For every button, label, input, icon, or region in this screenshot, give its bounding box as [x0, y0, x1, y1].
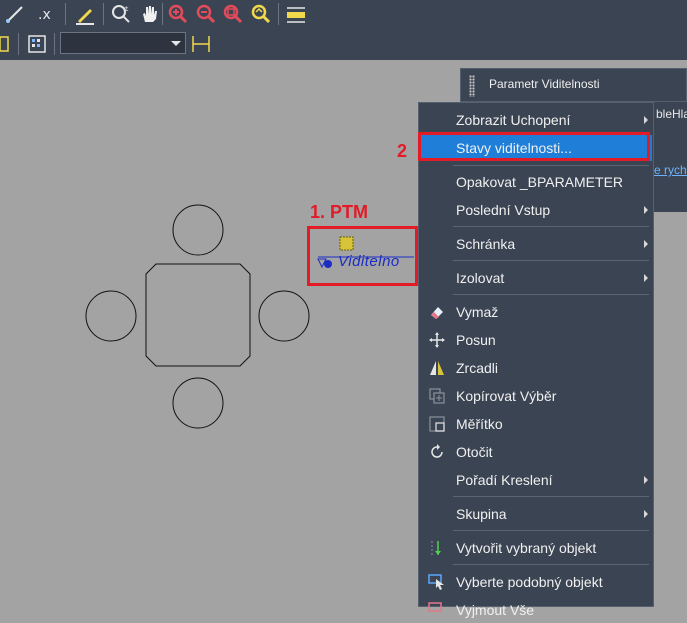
- context-menu: Zobrazit Uchopení Stavy viditelnosti... …: [418, 102, 654, 618]
- drag-handle-icon[interactable]: [469, 75, 475, 97]
- pan-icon[interactable]: [138, 3, 160, 25]
- erase-icon[interactable]: .x: [34, 3, 56, 25]
- select-similar-icon: [428, 574, 444, 590]
- chair-bottom[interactable]: [172, 377, 224, 429]
- palette-partial-text: bleHla: [656, 107, 687, 121]
- chair-left[interactable]: [85, 290, 137, 342]
- submenu-arrow-icon: [644, 274, 648, 282]
- menu-separator: [453, 226, 649, 227]
- svg-text:.x: .x: [38, 7, 51, 23]
- menu-item-schranka[interactable]: Schránka: [420, 231, 652, 257]
- zoom-window-icon[interactable]: [222, 3, 244, 25]
- chair-right[interactable]: [258, 290, 310, 342]
- menu-item-otocit[interactable]: Otočit: [420, 439, 652, 465]
- svg-text:±: ±: [124, 4, 129, 13]
- line-icon[interactable]: [4, 3, 26, 25]
- properties-palette-header: Parametr Viditelnosti: [460, 68, 687, 102]
- menu-separator: [453, 530, 649, 531]
- chair-top[interactable]: [172, 204, 224, 256]
- toolbar-divider: [65, 3, 66, 25]
- menu-item-opakovat[interactable]: Opakovat _BPARAMETER: [420, 169, 652, 195]
- toolbar-divider: [278, 3, 279, 25]
- menu-item-label: Vyberte podobný objekt: [456, 574, 603, 590]
- mirror-icon: [430, 361, 444, 375]
- menu-item-label: Skupina: [456, 506, 507, 522]
- menu-item-label: Vytvořit vybraný objekt: [456, 540, 597, 556]
- menu-item-posledni-vstup[interactable]: Poslední Vstup: [420, 197, 652, 223]
- toolbar-divider: [18, 33, 19, 55]
- match-icon[interactable]: [74, 3, 96, 25]
- menu-item-posun[interactable]: Posun: [420, 327, 652, 353]
- menu-item-izolovat[interactable]: Izolovat: [420, 265, 652, 291]
- annotation-box-1: [307, 226, 418, 286]
- submenu-arrow-icon: [644, 206, 648, 214]
- menu-item-label: Měřítko: [456, 416, 503, 432]
- submenu-arrow-icon: [644, 476, 648, 484]
- submenu-arrow-icon: [644, 116, 648, 124]
- menu-separator: [453, 260, 649, 261]
- palette-title: Parametr Viditelnosti: [489, 77, 600, 91]
- menu-item-label: Schránka: [456, 236, 516, 252]
- menu-item-zrcadli[interactable]: Zrcadli: [420, 355, 652, 381]
- table-shape[interactable]: [145, 263, 251, 367]
- menu-item-label: Pořadí Kreslení: [456, 472, 553, 488]
- zoom-in-icon[interactable]: [167, 3, 189, 25]
- submenu-arrow-icon: [644, 240, 648, 248]
- scale-icon: [429, 416, 445, 432]
- dimension-icon[interactable]: [190, 33, 212, 55]
- submenu-arrow-icon: [644, 510, 648, 518]
- secondary-toolbar: [0, 28, 687, 60]
- zoom-extents-icon[interactable]: [250, 3, 272, 25]
- style-dropdown[interactable]: [60, 32, 186, 54]
- eraser-icon: [431, 307, 443, 319]
- chevron-down-icon: [171, 41, 181, 46]
- menu-separator: [453, 165, 649, 166]
- menu-item-vymaz[interactable]: Vymaž: [420, 299, 652, 325]
- menu-item-label: Zrcadli: [456, 360, 499, 376]
- add-selected-icon: [431, 541, 441, 555]
- menu-item-zobrazit-uchopeni[interactable]: Zobrazit Uchopení: [420, 107, 652, 133]
- palette-partial-link[interactable]: e rychl: [654, 163, 687, 177]
- menu-item-label: Poslední Vstup: [456, 202, 551, 218]
- menu-separator: [453, 496, 649, 497]
- menu-separator: [453, 294, 649, 295]
- grid-icon[interactable]: [26, 33, 48, 55]
- toolbar-divider: [162, 3, 163, 25]
- menu-item-meritko[interactable]: Měřítko: [420, 411, 652, 437]
- zoom-out-icon[interactable]: [195, 3, 217, 25]
- zoom-realtime-icon[interactable]: ±: [110, 3, 132, 25]
- measure-icon[interactable]: [285, 3, 307, 25]
- menu-item-vytvorit-vybrany-objekt[interactable]: Vytvořit vybraný objekt: [420, 535, 652, 561]
- menu-item-kopirovat-vyber[interactable]: Kopírovat Výběr: [420, 383, 652, 409]
- menu-item-label: Vymaž: [456, 304, 499, 320]
- main-toolbar: .x ±: [0, 0, 687, 29]
- deselect-icon: [428, 602, 442, 612]
- menu-item-label: Izolovat: [456, 270, 505, 286]
- menu-item-label: Zobrazit Uchopení: [456, 112, 571, 128]
- menu-item-vyberte-podobny-objekt[interactable]: Vyberte podobný objekt: [420, 569, 652, 595]
- toolbar-divider: [54, 33, 55, 55]
- menu-item-label: Posun: [456, 332, 496, 348]
- copy-icon: [429, 388, 445, 404]
- toolbar-divider: [103, 3, 104, 25]
- move-icon: [429, 332, 445, 348]
- rotate-icon: [431, 444, 443, 458]
- annotation-step2: 2: [397, 141, 408, 161]
- menu-item-skupina[interactable]: Skupina: [420, 501, 652, 527]
- menu-item-poradi-kresleni[interactable]: Pořadí Kreslení: [420, 467, 652, 493]
- menu-item-label: Kopírovat Výběr: [456, 388, 557, 404]
- menu-separator: [453, 564, 649, 565]
- menu-item-label: Otočit: [456, 444, 493, 460]
- menu-item-label: Opakovat _BPARAMETER: [456, 174, 624, 190]
- menu-item-label: Vyjmout Vše: [456, 602, 535, 618]
- annotation-box-2: [418, 132, 650, 161]
- annotation-step1: 1. PTM: [310, 202, 369, 222]
- menu-item-vyjmout-vse[interactable]: Vyjmout Vše: [420, 597, 652, 623]
